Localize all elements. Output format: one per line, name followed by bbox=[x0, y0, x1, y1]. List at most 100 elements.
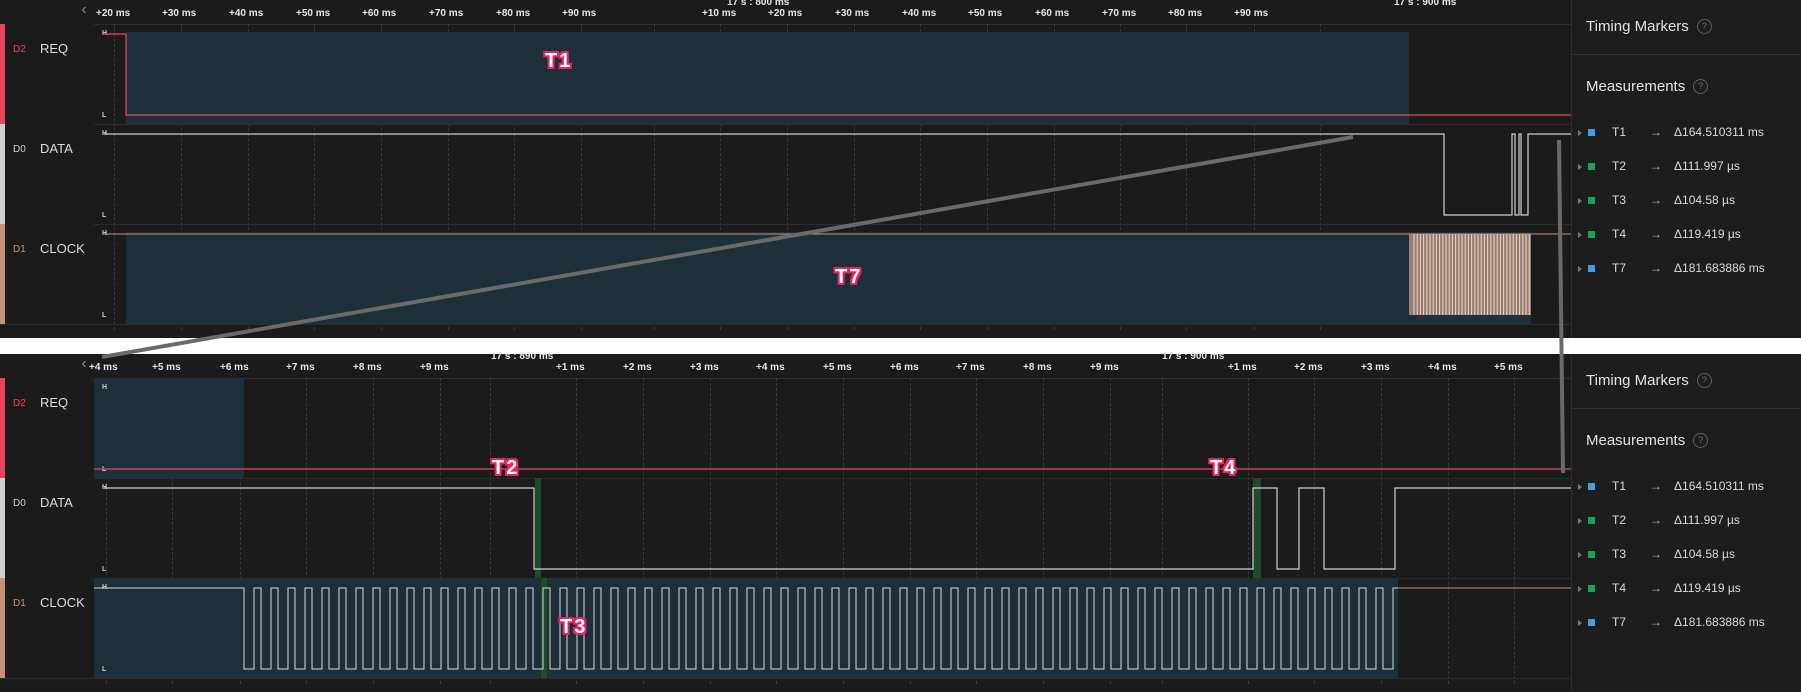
measurement-item-t3[interactable]: T3 → Δ104.58 µs bbox=[1572, 190, 1801, 220]
measurement-item-t3[interactable]: T3 → Δ104.58 µs bbox=[1572, 544, 1801, 574]
marker-color-swatch bbox=[1588, 585, 1595, 592]
expand-caret-icon[interactable] bbox=[1578, 266, 1582, 272]
waveform-row-clock[interactable]: H L bbox=[94, 578, 1571, 679]
help-icon[interactable]: ? bbox=[1693, 79, 1709, 94]
tick-label: +80 ms bbox=[1168, 8, 1203, 19]
arrow-right-icon: → bbox=[1650, 615, 1662, 629]
measurement-item-t7[interactable]: T7 → Δ181.683886 ms bbox=[1572, 612, 1801, 642]
timing-marker-label-t1[interactable]: T1 bbox=[545, 50, 572, 73]
tick-label: +7 ms bbox=[286, 362, 315, 373]
expand-caret-icon[interactable] bbox=[1578, 586, 1582, 592]
major-tick-label: 17 s : 800 ms bbox=[727, 0, 790, 8]
channel-id: D1 bbox=[13, 598, 26, 609]
tick-label: +90 ms bbox=[1234, 8, 1269, 19]
clock-waveform bbox=[94, 587, 1571, 670]
channel-color-bar bbox=[0, 224, 5, 324]
channel-header-req[interactable]: D2 REQ bbox=[0, 24, 94, 125]
channel-id: D0 bbox=[13, 498, 26, 509]
measurement-item-t1[interactable]: T1 → Δ164.510311 ms bbox=[1572, 476, 1801, 506]
channel-color-bar bbox=[0, 124, 5, 224]
help-icon[interactable]: ? bbox=[1696, 19, 1712, 34]
timing-markers-title: Timing Markers? bbox=[1586, 18, 1712, 35]
expand-caret-icon[interactable] bbox=[1578, 130, 1582, 136]
tick-label: +5 ms bbox=[152, 362, 181, 373]
time-ruler[interactable]: +4 ms +5 ms +6 ms +7 ms +8 ms +9 ms 17 s… bbox=[89, 351, 1571, 379]
channel-header-clock[interactable]: D1 CLOCK bbox=[0, 224, 94, 325]
tick-label: +4 ms bbox=[89, 362, 118, 373]
arrow-right-icon: → bbox=[1650, 159, 1662, 173]
arrow-right-icon: → bbox=[1650, 547, 1662, 561]
measurement-value: Δ181.683886 ms bbox=[1674, 615, 1765, 629]
marker-color-swatch bbox=[1588, 265, 1595, 272]
marker-color-swatch bbox=[1588, 129, 1595, 136]
tick-label: +40 ms bbox=[229, 8, 264, 19]
tick-label: +4 ms bbox=[756, 362, 785, 373]
arrow-right-icon: → bbox=[1650, 581, 1662, 595]
tick-label: +2 ms bbox=[623, 362, 652, 373]
time-ruler[interactable]: +20 ms +30 ms +40 ms +50 ms +60 ms +70 m… bbox=[94, 0, 1571, 25]
measurements-sidebar: Timing Markers? Measurements? T1 → Δ164.51… bbox=[1571, 0, 1801, 338]
measurements-sidebar: Timing Markers? Measurements? T1 → Δ164.51… bbox=[1571, 354, 1801, 692]
waveform-row-data[interactable]: H L bbox=[94, 478, 1571, 579]
timing-marker-label-t7[interactable]: T7 bbox=[835, 266, 862, 289]
expand-caret-icon[interactable] bbox=[1578, 164, 1582, 170]
measurement-value: Δ111.997 µs bbox=[1674, 513, 1740, 527]
expand-caret-icon[interactable] bbox=[1578, 620, 1582, 626]
measurement-label: T3 bbox=[1612, 547, 1627, 561]
channel-header-data[interactable]: D0 DATA bbox=[0, 478, 94, 579]
tick-label: +6 ms bbox=[890, 362, 919, 373]
measurement-item-t4[interactable]: T4 → Δ119.419 µs bbox=[1572, 224, 1801, 254]
timing-marker-label-t3[interactable]: T3 bbox=[560, 616, 587, 639]
help-icon[interactable]: ? bbox=[1693, 433, 1709, 448]
measurement-item-t7[interactable]: T7 → Δ181.683886 ms bbox=[1572, 258, 1801, 288]
tick-label: +8 ms bbox=[353, 362, 382, 373]
timing-marker-label-t2[interactable]: T2 bbox=[492, 457, 519, 480]
channel-id: D2 bbox=[13, 398, 26, 409]
tick-label: +1 ms bbox=[1228, 362, 1257, 373]
channel-header-clock[interactable]: D1 CLOCK bbox=[0, 578, 94, 679]
expand-caret-icon[interactable] bbox=[1578, 198, 1582, 204]
tick-label: +50 ms bbox=[968, 8, 1003, 19]
measurement-item-t2[interactable]: T2 → Δ111.997 µs bbox=[1572, 156, 1801, 186]
measurement-value: Δ104.58 µs bbox=[1674, 547, 1735, 561]
channel-name: DATA bbox=[40, 495, 73, 510]
channel-header-req[interactable]: D2 REQ bbox=[0, 378, 94, 479]
expand-caret-icon[interactable] bbox=[1578, 552, 1582, 558]
measurements-title-text: Measurements bbox=[1586, 432, 1686, 449]
data-waveform bbox=[104, 133, 1571, 216]
waveform-row-clock[interactable]: H L bbox=[94, 224, 1571, 325]
expand-caret-icon[interactable] bbox=[1578, 518, 1582, 524]
waveform-row-req[interactable]: H L bbox=[94, 24, 1571, 125]
marker-color-swatch bbox=[1588, 163, 1595, 170]
measurement-item-t4[interactable]: T4 → Δ119.419 µs bbox=[1572, 578, 1801, 608]
channel-color-bar bbox=[0, 578, 5, 678]
tick-label: +5 ms bbox=[823, 362, 852, 373]
measurements-title: Measurements? bbox=[1586, 78, 1709, 95]
help-icon[interactable]: ? bbox=[1696, 373, 1712, 388]
channel-header-data[interactable]: D0 DATA bbox=[0, 124, 94, 225]
measurement-label: T2 bbox=[1612, 159, 1627, 173]
channel-id: D2 bbox=[13, 44, 26, 55]
tick-label: +8 ms bbox=[1023, 362, 1052, 373]
marker-color-swatch bbox=[1588, 517, 1595, 524]
measurement-item-t1[interactable]: T1 → Δ164.510311 ms bbox=[1572, 122, 1801, 152]
expand-caret-icon[interactable] bbox=[1578, 484, 1582, 490]
measurements-title-text: Measurements bbox=[1586, 78, 1686, 95]
logic-analyzer-panel-zoomed: ‹ +4 ms +5 ms +6 ms +7 ms +8 ms +9 ms 17… bbox=[0, 351, 1801, 692]
expand-caret-icon[interactable] bbox=[1578, 232, 1582, 238]
measurement-value: Δ164.510311 ms bbox=[1674, 479, 1764, 493]
measurement-label: T2 bbox=[1612, 513, 1627, 527]
tick-label: +30 ms bbox=[162, 8, 197, 19]
timing-markers-title-text: Timing Markers bbox=[1586, 372, 1689, 389]
timing-marker-label-t4[interactable]: T4 bbox=[1210, 457, 1237, 480]
tick-label: +40 ms bbox=[902, 8, 937, 19]
tick-label: +70 ms bbox=[1102, 8, 1137, 19]
marker-color-swatch bbox=[1588, 197, 1595, 204]
arrow-right-icon: → bbox=[1650, 193, 1662, 207]
chevron-left-icon[interactable]: ‹ bbox=[74, 0, 94, 22]
waveform-row-req[interactable]: H L bbox=[94, 378, 1571, 479]
tick-label: +6 ms bbox=[220, 362, 249, 373]
waveform-row-data[interactable]: H L bbox=[94, 124, 1571, 225]
measurement-item-t2[interactable]: T2 → Δ111.997 µs bbox=[1572, 510, 1801, 540]
req-waveform bbox=[104, 33, 1571, 116]
